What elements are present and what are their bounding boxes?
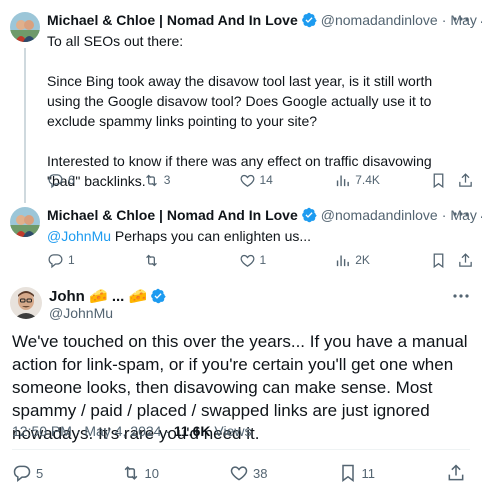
more-options-icon[interactable] bbox=[452, 287, 470, 305]
retweet-count: 10 bbox=[144, 465, 159, 481]
like-button[interactable]: 38 bbox=[229, 463, 279, 483]
reply-button[interactable]: 5 bbox=[12, 463, 62, 483]
heart-icon bbox=[230, 466, 248, 481]
separator-dot: · bbox=[75, 423, 81, 439]
retweet-icon bbox=[124, 466, 137, 480]
reply-count: 5 bbox=[36, 465, 44, 481]
main-tweet-header: John 🧀 ... 🧀 bbox=[49, 287, 170, 305]
reply-icon bbox=[13, 465, 31, 483]
tweet-date[interactable]: May 4, 2024 bbox=[84, 423, 161, 439]
main-tweet-actions: 5 10 38 11 bbox=[12, 462, 466, 484]
share-button[interactable] bbox=[446, 463, 466, 483]
author-handle[interactable]: @JohnMu bbox=[49, 305, 113, 321]
bookmark-icon bbox=[341, 464, 354, 482]
tweet-time[interactable]: 12:50 PM bbox=[12, 423, 72, 439]
tweet-meta: 12:50 PM · May 4, 2024 · 11.6K Views bbox=[12, 423, 251, 439]
like-count: 38 bbox=[253, 465, 268, 481]
verified-badge-icon bbox=[150, 288, 166, 304]
separator-dot: · bbox=[165, 423, 171, 439]
bookmark-button[interactable]: 11 bbox=[338, 463, 388, 483]
retweet-button[interactable]: 10 bbox=[121, 463, 171, 483]
views-label: Views bbox=[214, 423, 252, 439]
divider bbox=[12, 449, 470, 450]
bookmark-count: 11 bbox=[361, 465, 376, 481]
main-tweet: John 🧀 ... 🧀 @JohnMu We've touched on th… bbox=[0, 0, 482, 487]
author-name[interactable]: John 🧀 ... 🧀 bbox=[49, 287, 147, 305]
share-icon bbox=[448, 464, 464, 481]
author-avatar[interactable] bbox=[10, 287, 42, 319]
views-count[interactable]: 11.6K bbox=[174, 423, 211, 439]
